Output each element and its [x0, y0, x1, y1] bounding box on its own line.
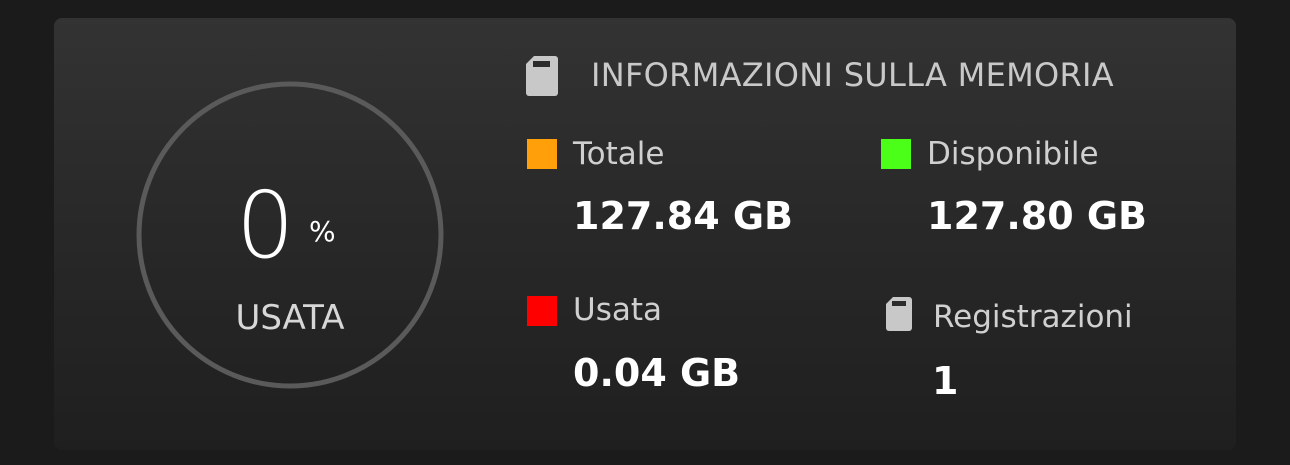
available-label: Disponibile: [927, 136, 1099, 172]
recordings-sd-card-icon: [886, 297, 912, 335]
total-color-swatch: [527, 139, 557, 169]
recordings-value: 1: [932, 359, 959, 403]
sd-card-icon: [526, 56, 558, 100]
available-value: 127.80 GB: [927, 194, 1148, 238]
total-label: Totale: [573, 136, 665, 172]
used-value: 0.04 GB: [573, 351, 741, 395]
recordings-label: Registrazioni: [933, 299, 1133, 335]
total-value: 127.84 GB: [573, 194, 794, 238]
used-color-swatch: [527, 296, 557, 326]
usage-label: USATA: [235, 298, 345, 338]
section-title: INFORMAZIONI SULLA MEMORIA: [591, 56, 1114, 94]
usage-percent-unit: %: [309, 215, 336, 248]
available-color-swatch: [881, 139, 911, 169]
usage-percent-value: 0: [236, 172, 295, 279]
used-label: Usata: [573, 292, 662, 328]
